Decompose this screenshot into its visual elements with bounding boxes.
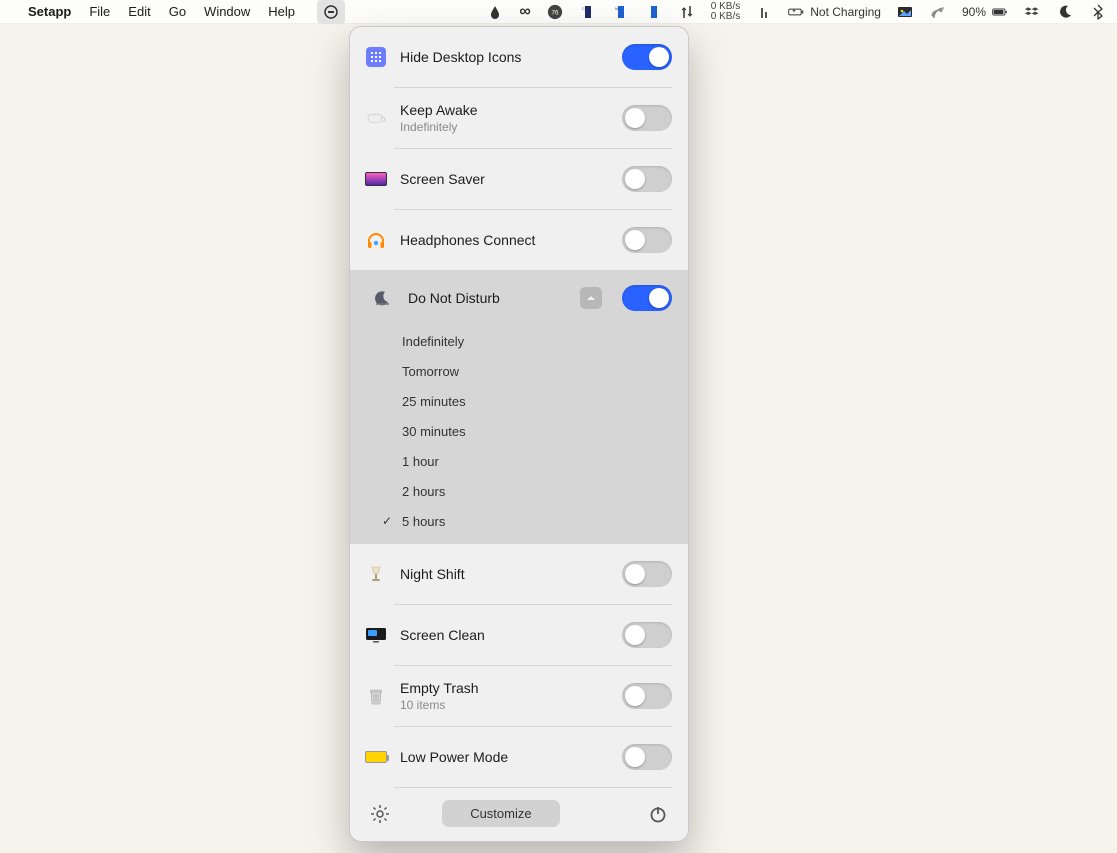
sensor-bars-icon[interactable]: [755, 3, 773, 21]
row-low-power[interactable]: Low Power Mode: [350, 727, 688, 787]
menu-help[interactable]: Help: [268, 4, 295, 19]
active-menubar-app-icon[interactable]: [317, 0, 345, 24]
screensaver-icon: [362, 165, 390, 193]
row-screen-clean[interactable]: Screen Clean: [350, 605, 688, 665]
toggle-keep-awake[interactable]: [622, 105, 672, 131]
dnd-option-indefinitely[interactable]: ✓Indefinitely: [350, 326, 688, 356]
toggle-hide-desktop[interactable]: [622, 44, 672, 70]
row-title: Keep Awake: [400, 102, 622, 118]
collapse-button[interactable]: [580, 287, 602, 309]
temp-badge-icon[interactable]: 76: [546, 3, 564, 21]
row-empty-trash[interactable]: Empty Trash 10 items: [350, 666, 688, 726]
menubar: Setapp File Edit Go Window Help ∞ 76 C M…: [0, 0, 1117, 24]
net-up: 0 KB/s: [711, 2, 740, 12]
row-screen-saver[interactable]: Screen Saver: [350, 149, 688, 209]
net-speed[interactable]: 0 KB/s 0 KB/s: [711, 2, 740, 22]
dnd-option-2hr[interactable]: ✓2 hours: [350, 476, 688, 506]
disk-meter-icon[interactable]: [645, 3, 663, 21]
row-title: Screen Clean: [400, 627, 622, 643]
gear-icon[interactable]: [368, 802, 392, 826]
row-title: Night Shift: [400, 566, 622, 582]
grid-icon: [362, 43, 390, 71]
dnd-option-5hr[interactable]: ✓5 hours: [350, 506, 688, 536]
menu-file[interactable]: File: [89, 4, 110, 19]
charging-status[interactable]: Not Charging: [788, 4, 881, 20]
picture-icon[interactable]: [896, 3, 914, 21]
svg-text:76: 76: [551, 9, 558, 16]
checkmark-icon: ✓: [382, 514, 392, 528]
battery-pct-label: 90%: [962, 5, 986, 19]
droplet-icon[interactable]: [486, 3, 504, 21]
toggle-screen-clean[interactable]: [622, 622, 672, 648]
customize-button[interactable]: Customize: [442, 800, 559, 827]
svg-text:M: M: [615, 6, 618, 11]
dropbox-icon[interactable]: [1023, 3, 1041, 21]
dnd-section: Do Not Disturb ✓Indefinitely ✓Tomorrow ✓…: [350, 270, 688, 544]
tv-icon: [362, 621, 390, 649]
one-switch-panel: Hide Desktop Icons Keep Awake Indefinite…: [349, 26, 689, 842]
row-do-not-disturb[interactable]: Do Not Disturb: [350, 270, 688, 326]
toggle-empty-trash[interactable]: [622, 683, 672, 709]
row-title: Headphones Connect: [400, 232, 622, 248]
net-down: 0 KB/s: [711, 12, 740, 22]
bluetooth-icon[interactable]: [1089, 3, 1107, 21]
row-title: Screen Saver: [400, 171, 622, 187]
toggle-headphones[interactable]: [622, 227, 672, 253]
dnd-option-1hr[interactable]: ✓1 hour: [350, 446, 688, 476]
row-headphones[interactable]: Headphones Connect: [350, 210, 688, 270]
app-name[interactable]: Setapp: [28, 4, 71, 19]
row-title: Empty Trash: [400, 680, 622, 696]
trash-icon: [362, 682, 390, 710]
mem-meter-icon[interactable]: M: [612, 3, 630, 21]
headphones-icon: [362, 226, 390, 254]
charging-label: Not Charging: [810, 5, 881, 19]
toggle-screen-saver[interactable]: [622, 166, 672, 192]
panel-bottombar: Customize: [350, 788, 688, 841]
net-meter-icon[interactable]: [678, 3, 696, 21]
toggle-low-power[interactable]: [622, 744, 672, 770]
battery-icon: [362, 743, 390, 771]
menubar-right: ∞ 76 C M 0 KB/s 0 KB/s Not Charging: [486, 2, 1107, 22]
power-icon[interactable]: [646, 802, 670, 826]
menu-edit[interactable]: Edit: [128, 4, 150, 19]
toggle-dnd[interactable]: [622, 285, 672, 311]
infinity-icon[interactable]: ∞: [519, 3, 530, 21]
row-hide-desktop[interactable]: Hide Desktop Icons: [350, 27, 688, 87]
rays-icon[interactable]: [929, 3, 947, 21]
dnd-title: Do Not Disturb: [408, 290, 570, 306]
row-title: Low Power Mode: [400, 749, 622, 765]
row-keep-awake[interactable]: Keep Awake Indefinitely: [350, 88, 688, 148]
cpu-meter-icon[interactable]: C: [579, 3, 597, 21]
row-title: Hide Desktop Icons: [400, 49, 622, 65]
menu-go[interactable]: Go: [169, 4, 186, 19]
row-night-shift[interactable]: Night Shift: [350, 544, 688, 604]
toggle-night-shift[interactable]: [622, 561, 672, 587]
menubar-left: Setapp File Edit Go Window Help: [10, 0, 345, 24]
dnd-options: ✓Indefinitely ✓Tomorrow ✓25 minutes ✓30 …: [350, 326, 688, 544]
moon-dnd-icon: [372, 288, 392, 308]
dnd-option-25min[interactable]: ✓25 minutes: [350, 386, 688, 416]
moon-icon[interactable]: [1056, 3, 1074, 21]
coffee-icon: [362, 104, 390, 132]
menu-window[interactable]: Window: [204, 4, 250, 19]
row-subtitle: Indefinitely: [400, 120, 622, 134]
svg-text:C: C: [582, 6, 585, 11]
lamp-icon: [362, 560, 390, 588]
row-subtitle: 10 items: [400, 698, 622, 712]
battery-percent[interactable]: 90%: [962, 4, 1008, 20]
dnd-option-30min[interactable]: ✓30 minutes: [350, 416, 688, 446]
dnd-option-tomorrow[interactable]: ✓Tomorrow: [350, 356, 688, 386]
